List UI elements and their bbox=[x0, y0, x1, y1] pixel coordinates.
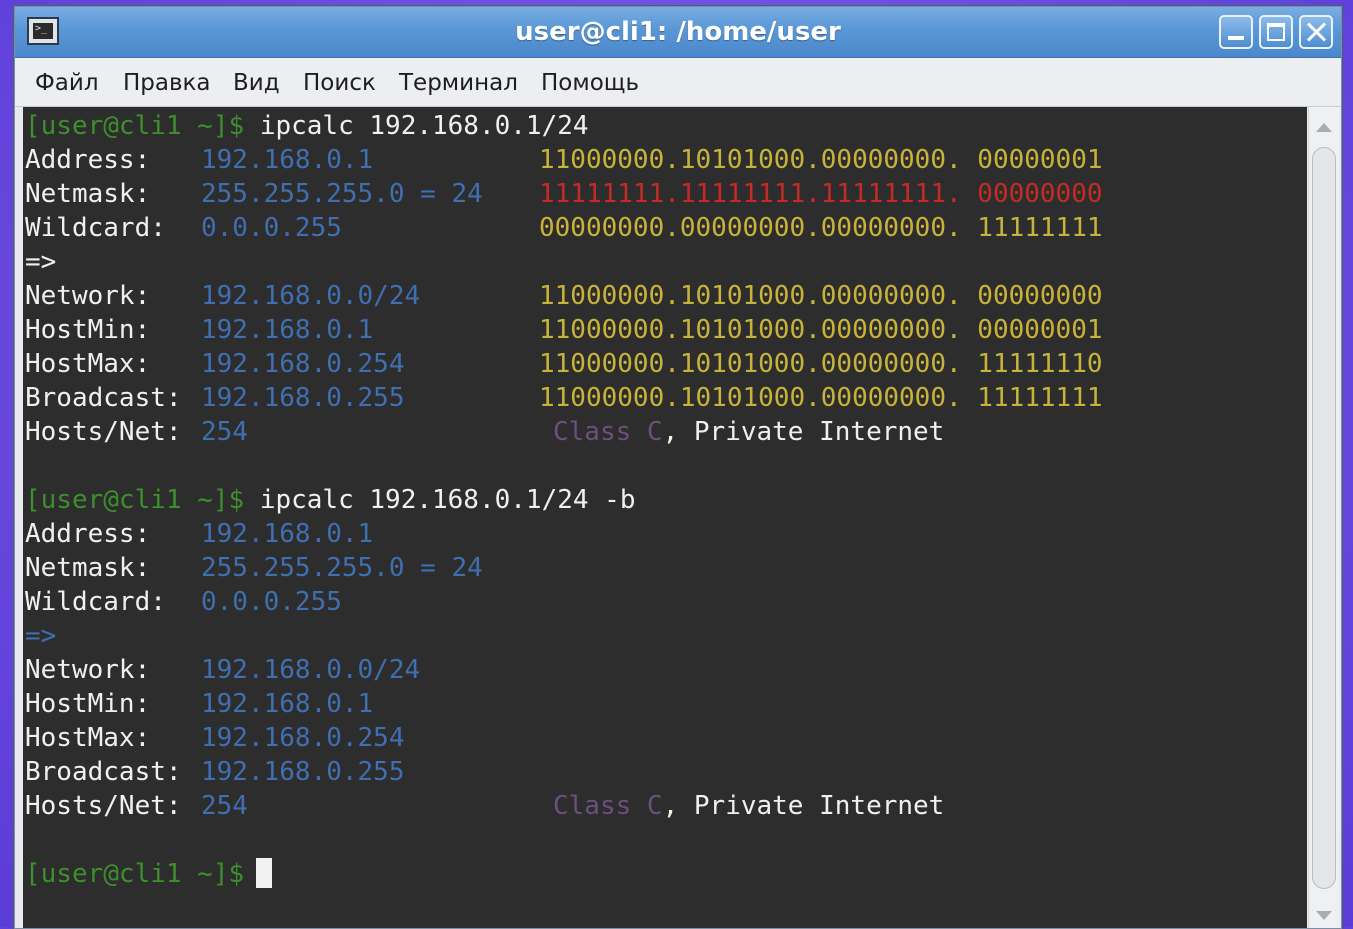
output-separator: => bbox=[25, 247, 57, 277]
output-row: Hosts/Net: 254 Class C, Private Internet bbox=[25, 789, 1305, 823]
output-row: => bbox=[25, 245, 1305, 279]
row-value: 192.168.0.1 bbox=[201, 689, 374, 719]
shell-prompt: [user@cli1 ~]$ bbox=[25, 485, 245, 515]
menu-help[interactable]: Помощь bbox=[541, 70, 639, 96]
command-line: [user@cli1 ~]$ bbox=[25, 857, 1305, 891]
row-value: 192.168.0.0/24 bbox=[201, 281, 421, 311]
terminal-window: >_ user@cli1: /home/user Файл Правка Вид… bbox=[14, 6, 1342, 929]
row-label: Address: bbox=[25, 519, 151, 549]
row-label: Netmask: bbox=[25, 553, 151, 583]
output-row: HostMin: 192.168.0.1 11000000.10101000.000… bbox=[25, 313, 1305, 347]
class-description: , Private Internet bbox=[662, 791, 945, 821]
output-row: HostMax: 192.168.0.254 11000000.10101000.0… bbox=[25, 347, 1305, 381]
command-line: [user@cli1 ~]$ ipcalc 192.168.0.1/24 bbox=[25, 109, 1305, 143]
menu-edit[interactable]: Правка bbox=[123, 70, 211, 96]
window-title: user@cli1: /home/user bbox=[515, 17, 841, 47]
row-label: HostMax: bbox=[25, 349, 151, 379]
row-value: 192.168.0.254 bbox=[201, 349, 405, 379]
row-label: Hosts/Net: bbox=[25, 417, 182, 447]
row-label: Netmask: bbox=[25, 179, 151, 209]
row-label: Address: bbox=[25, 145, 151, 175]
output-row: Network: 192.168.0.0/24 11000000.10101000.… bbox=[25, 279, 1305, 313]
row-value: 255.255.255.0 = 24 bbox=[201, 553, 483, 583]
row-binary: 11000000.10101000.00000000. 00000001 bbox=[539, 315, 1103, 345]
command-text: ipcalc 192.168.0.1/24 -b bbox=[259, 485, 636, 515]
output-row: => bbox=[25, 619, 1305, 653]
row-value: 0.0.0.255 bbox=[201, 213, 342, 243]
row-value: 192.168.0.255 bbox=[201, 757, 405, 787]
row-value: 192.168.0.255 bbox=[201, 383, 405, 413]
title-bar[interactable]: >_ user@cli1: /home/user bbox=[15, 7, 1341, 58]
row-binary: 11000000.10101000.00000000. 00000000 bbox=[539, 281, 1103, 311]
row-value: 192.168.0.0/24 bbox=[201, 655, 421, 685]
row-value: 192.168.0.1 bbox=[201, 519, 374, 549]
row-label: Wildcard: bbox=[25, 213, 166, 243]
output-row: HostMax: 192.168.0.254 bbox=[25, 721, 1305, 755]
output-row: Netmask: 255.255.255.0 = 24 11111111.11111… bbox=[25, 177, 1305, 211]
text-cursor bbox=[256, 858, 273, 888]
row-value: 254 bbox=[201, 791, 248, 821]
output-row: Wildcard: 0.0.0.255 00000000.00000000.0000… bbox=[25, 211, 1305, 245]
row-label: Network: bbox=[25, 281, 151, 311]
row-binary: 11111111.11111111.11111111. 00000000 bbox=[539, 179, 1103, 209]
row-binary: 11000000.10101000.00000000. 00000001 bbox=[539, 145, 1103, 175]
row-value: 192.168.0.1 bbox=[201, 145, 374, 175]
row-binary: 11000000.10101000.00000000. 11111111 bbox=[539, 383, 1103, 413]
shell-prompt: [user@cli1 ~]$ bbox=[25, 859, 245, 889]
output-row: Hosts/Net: 254 Class C, Private Internet bbox=[25, 415, 1305, 449]
terminal-output[interactable]: [user@cli1 ~]$ ipcalc 192.168.0.1/24 Addr… bbox=[23, 107, 1307, 928]
row-value: 255.255.255.0 = 24 bbox=[201, 179, 483, 209]
output-row: Broadcast: 192.168.0.255 bbox=[25, 755, 1305, 789]
scroll-down-arrow-icon[interactable] bbox=[1316, 911, 1332, 920]
output-row: Netmask: 255.255.255.0 = 24 bbox=[25, 551, 1305, 585]
row-label: Broadcast: bbox=[25, 383, 182, 413]
row-binary: 00000000.00000000.00000000. 11111111 bbox=[539, 213, 1103, 243]
class-label: Class C bbox=[553, 791, 663, 821]
minimize-icon[interactable] bbox=[1219, 15, 1253, 49]
row-value: 254 bbox=[201, 417, 248, 447]
row-label: HostMin: bbox=[25, 315, 151, 345]
menu-terminal[interactable]: Терминал bbox=[399, 70, 518, 96]
row-label: Broadcast: bbox=[25, 757, 182, 787]
row-value: 192.168.0.1 bbox=[201, 315, 374, 345]
maximize-icon[interactable] bbox=[1259, 15, 1293, 49]
command-line: [user@cli1 ~]$ ipcalc 192.168.0.1/24 -b bbox=[25, 483, 1305, 517]
class-description: , Private Internet bbox=[662, 417, 945, 447]
row-binary: 11000000.10101000.00000000. 11111110 bbox=[539, 349, 1103, 379]
shell-prompt: [user@cli1 ~]$ bbox=[25, 111, 245, 141]
output-row: HostMin: 192.168.0.1 bbox=[25, 687, 1305, 721]
row-label: HostMax: bbox=[25, 723, 151, 753]
network-class: Class C, Private Internet bbox=[553, 415, 944, 449]
menu-search[interactable]: Поиск bbox=[303, 70, 376, 96]
vertical-scrollbar[interactable] bbox=[1308, 107, 1339, 928]
menu-view[interactable]: Вид bbox=[233, 70, 280, 96]
row-label: Hosts/Net: bbox=[25, 791, 182, 821]
row-label: Network: bbox=[25, 655, 151, 685]
row-label: HostMin: bbox=[25, 689, 151, 719]
row-value: 0.0.0.255 bbox=[201, 587, 342, 617]
output-row: Address: 192.168.0.1 11000000.10101000.000… bbox=[25, 143, 1305, 177]
network-class: Class C, Private Internet bbox=[553, 789, 944, 823]
output-separator: => bbox=[25, 621, 57, 651]
scrollbar-thumb[interactable] bbox=[1312, 147, 1336, 889]
output-row: Address: 192.168.0.1 bbox=[25, 517, 1305, 551]
class-label: Class C bbox=[553, 417, 663, 447]
row-value: 192.168.0.254 bbox=[201, 723, 405, 753]
scroll-up-arrow-icon[interactable] bbox=[1316, 123, 1332, 132]
menu-file[interactable]: Файл bbox=[35, 70, 99, 96]
command-text: ipcalc 192.168.0.1/24 bbox=[259, 111, 589, 141]
output-row: Wildcard: 0.0.0.255 bbox=[25, 585, 1305, 619]
output-row: Broadcast: 192.168.0.255 11000000.10101000… bbox=[25, 381, 1305, 415]
output-row: Network: 192.168.0.0/24 bbox=[25, 653, 1305, 687]
row-label: Wildcard: bbox=[25, 587, 166, 617]
close-icon[interactable] bbox=[1299, 15, 1333, 49]
menu-bar: Файл Правка Вид Поиск Терминал Помощь bbox=[15, 58, 1341, 107]
